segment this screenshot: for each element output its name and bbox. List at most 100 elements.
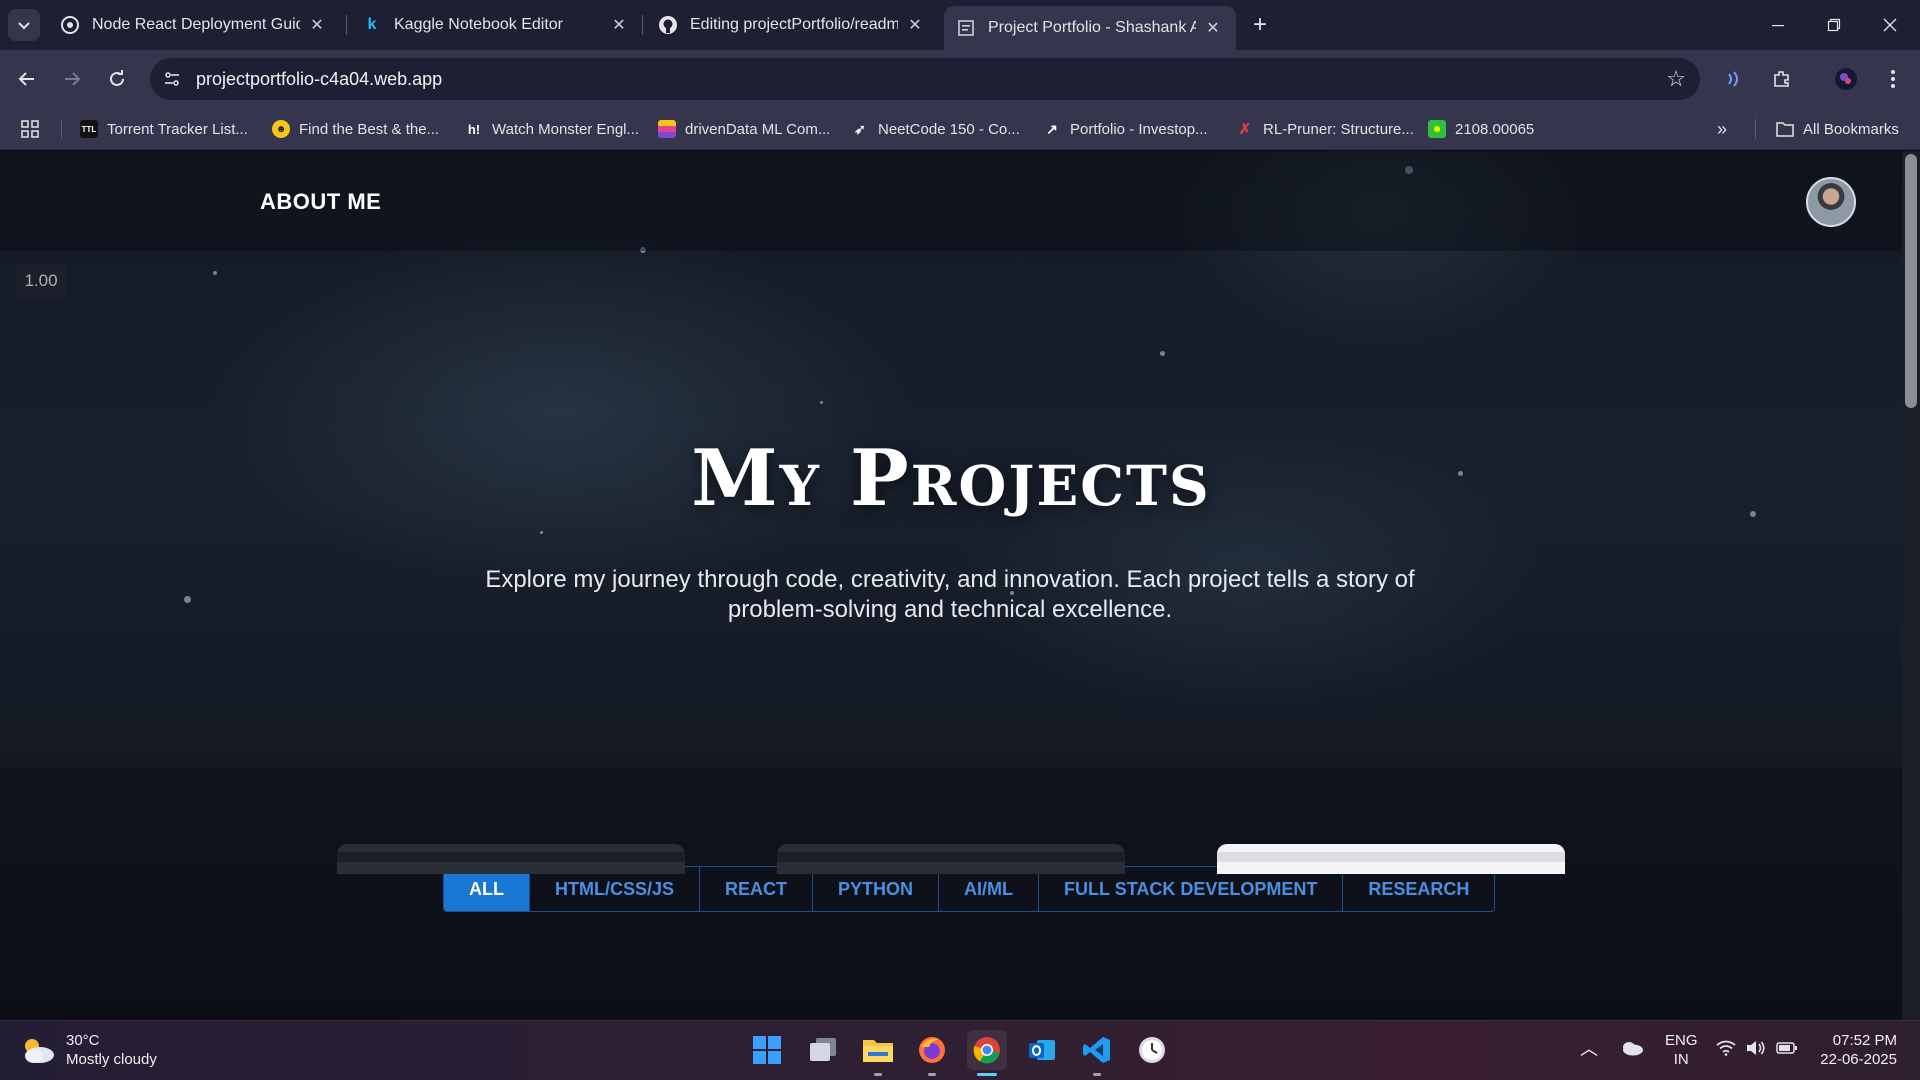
all-bookmarks-button[interactable]: All Bookmarks (1776, 118, 1899, 140)
tab-title: Node React Deployment Guide (92, 16, 300, 33)
restore-icon (1827, 18, 1841, 32)
bookmark-2108-00065[interactable]: ☻ 2108.00065 (1428, 118, 1534, 140)
arrow-left-icon (18, 72, 34, 86)
restore-button[interactable] (1806, 0, 1862, 50)
clock-date: 22-06-2025 (1820, 1051, 1897, 1068)
reload-icon (110, 70, 124, 86)
card-preview-bar (337, 852, 685, 862)
bookmark-find-the-best[interactable]: ☻ Find the Best & the... (272, 118, 439, 140)
chrome-icon (973, 1037, 1000, 1064)
page-icon (956, 18, 976, 38)
kebab-menu-icon[interactable] (1876, 62, 1910, 96)
taskbar-file-explorer[interactable] (858, 1030, 898, 1076)
outlook-icon (1029, 1040, 1055, 1060)
portfolio-page: ABOUT ME 1.00 My Projects Explore my jou… (0, 151, 1902, 1020)
project-card[interactable] (337, 844, 685, 874)
forward-button[interactable] (55, 62, 89, 96)
extensions-icon[interactable] (1765, 62, 1799, 96)
close-icon[interactable]: ✕ (904, 14, 926, 36)
close-window-button[interactable] (1862, 0, 1918, 50)
about-me-link[interactable]: ABOUT ME (260, 189, 381, 215)
tab-project-portfolio[interactable]: Project Portfolio - Shashank Ag ✕ (944, 6, 1236, 50)
bookmark-star-icon[interactable]: ☆ (1666, 66, 1686, 92)
active-indicator (977, 1073, 997, 1076)
minimize-button[interactable] (1750, 0, 1806, 50)
tab-kaggle[interactable]: k Kaggle Notebook Editor ✕ (350, 8, 642, 42)
zoom-level-badge: 1.00 (16, 264, 66, 298)
weather-widget[interactable]: 30°C Mostly cloudy (20, 1031, 157, 1069)
taskbar-clock-app[interactable] (1132, 1030, 1172, 1070)
background-particle (213, 271, 217, 275)
taskbar-outlook[interactable] (1022, 1030, 1062, 1070)
tab-strip: Node React Deployment Guide ✕ k Kaggle N… (0, 0, 1920, 50)
bookmark-label: drivenData ML Com... (685, 120, 831, 138)
tab-search-button[interactable] (8, 9, 40, 41)
running-indicator (874, 1073, 882, 1076)
apps-grid-icon[interactable] (20, 118, 40, 140)
clock-app-icon (1139, 1037, 1165, 1063)
region-code: IN (1673, 1051, 1689, 1068)
ttl-icon: TTL (80, 120, 98, 138)
smiley-icon: ☻ (272, 120, 290, 138)
task-view-button[interactable] (803, 1030, 843, 1070)
bookmark-separator (61, 119, 62, 139)
profile-avatar[interactable] (1806, 177, 1856, 227)
bookmark-rl-pruner[interactable]: ✗ RL-Pruner: Structure... (1236, 118, 1414, 140)
project-card[interactable] (777, 844, 1125, 874)
start-button[interactable] (747, 1030, 787, 1070)
bookmark-torrent-tracker[interactable]: TTL Torrent Tracker List... (80, 118, 248, 140)
bookmark-separator (1755, 119, 1756, 139)
close-icon[interactable]: ✕ (306, 14, 328, 36)
site-info-icon[interactable] (160, 67, 184, 91)
bookmark-neetcode[interactable]: ➶ NeetCode 150 - Co... (851, 118, 1020, 140)
language-code: ENG (1665, 1032, 1698, 1049)
back-button[interactable] (10, 62, 44, 96)
more-bookmarks-chevron-icon[interactable]: » (1717, 118, 1727, 140)
minimize-icon (1772, 25, 1784, 27)
task-view-icon (810, 1038, 836, 1061)
new-tab-button[interactable]: + (1244, 9, 1276, 41)
windows-icon (753, 1036, 781, 1064)
wifi-icon[interactable] (1716, 1040, 1736, 1061)
taskbar-vscode[interactable] (1077, 1030, 1117, 1076)
tab-github[interactable]: Editing projectPortfolio/readme ✕ (646, 8, 938, 42)
partly-cloudy-icon (20, 1035, 56, 1065)
read-aloud-icon[interactable] (1717, 62, 1751, 96)
weather-condition: Mostly cloudy (66, 1051, 157, 1068)
close-icon[interactable]: ✕ (1202, 17, 1224, 39)
bookmark-label: Watch Monster Engl... (492, 120, 639, 138)
project-card[interactable] (1217, 844, 1565, 874)
taskbar-chrome[interactable] (967, 1030, 1007, 1076)
close-icon[interactable]: ✕ (608, 14, 630, 36)
system-clock[interactable]: 07:52 PM 22-06-2025 (1817, 1031, 1897, 1069)
page-title: My Projects (691, 433, 1211, 524)
bookmark-investopedia[interactable]: ↗ Portfolio - Investop... (1043, 118, 1207, 140)
language-indicator[interactable]: ENG IN (1665, 1031, 1698, 1069)
page-subtitle: Explore my journey through code, creativ… (485, 566, 1415, 623)
onedrive-icon[interactable] (1620, 1040, 1644, 1061)
bookmark-drivendata[interactable]: drivenData ML Com... (658, 118, 830, 140)
show-hidden-icons-chevron-icon[interactable]: ︿ (1580, 1040, 1598, 1059)
investopedia-icon: ↗ (1046, 120, 1058, 137)
bookmark-label: RL-Pruner: Structure... (1263, 120, 1414, 138)
taskbar-firefox[interactable] (912, 1030, 952, 1076)
volume-icon[interactable] (1746, 1040, 1766, 1061)
green-smiley-icon: ☻ (1428, 120, 1446, 138)
reload-button[interactable] (100, 62, 134, 96)
profile-avatar-icon[interactable] (1829, 62, 1863, 96)
bookmarks-bar: TTL Torrent Tracker List... ☻ Find the B… (0, 108, 1920, 150)
background-particle (1160, 351, 1165, 356)
drivendata-icon (658, 120, 676, 138)
bookmark-label: 2108.00065 (1455, 120, 1535, 138)
openai-icon (60, 15, 80, 35)
battery-icon[interactable] (1776, 1040, 1798, 1061)
scrollbar-thumb[interactable] (1905, 154, 1917, 408)
tab-node-react[interactable]: Node React Deployment Guide ✕ (48, 8, 340, 42)
github-icon (658, 15, 678, 35)
tab-separator (346, 15, 347, 35)
address-bar[interactable]: projectportfolio-c4a04.web.app ☆ (150, 58, 1700, 100)
bookmark-label: Torrent Tracker List... (107, 120, 248, 138)
bookmark-watch-monster[interactable]: h! Watch Monster Engl... (465, 118, 639, 140)
url-text: projectportfolio-c4a04.web.app (196, 69, 443, 89)
bookmark-label: Find the Best & the... (299, 120, 440, 138)
